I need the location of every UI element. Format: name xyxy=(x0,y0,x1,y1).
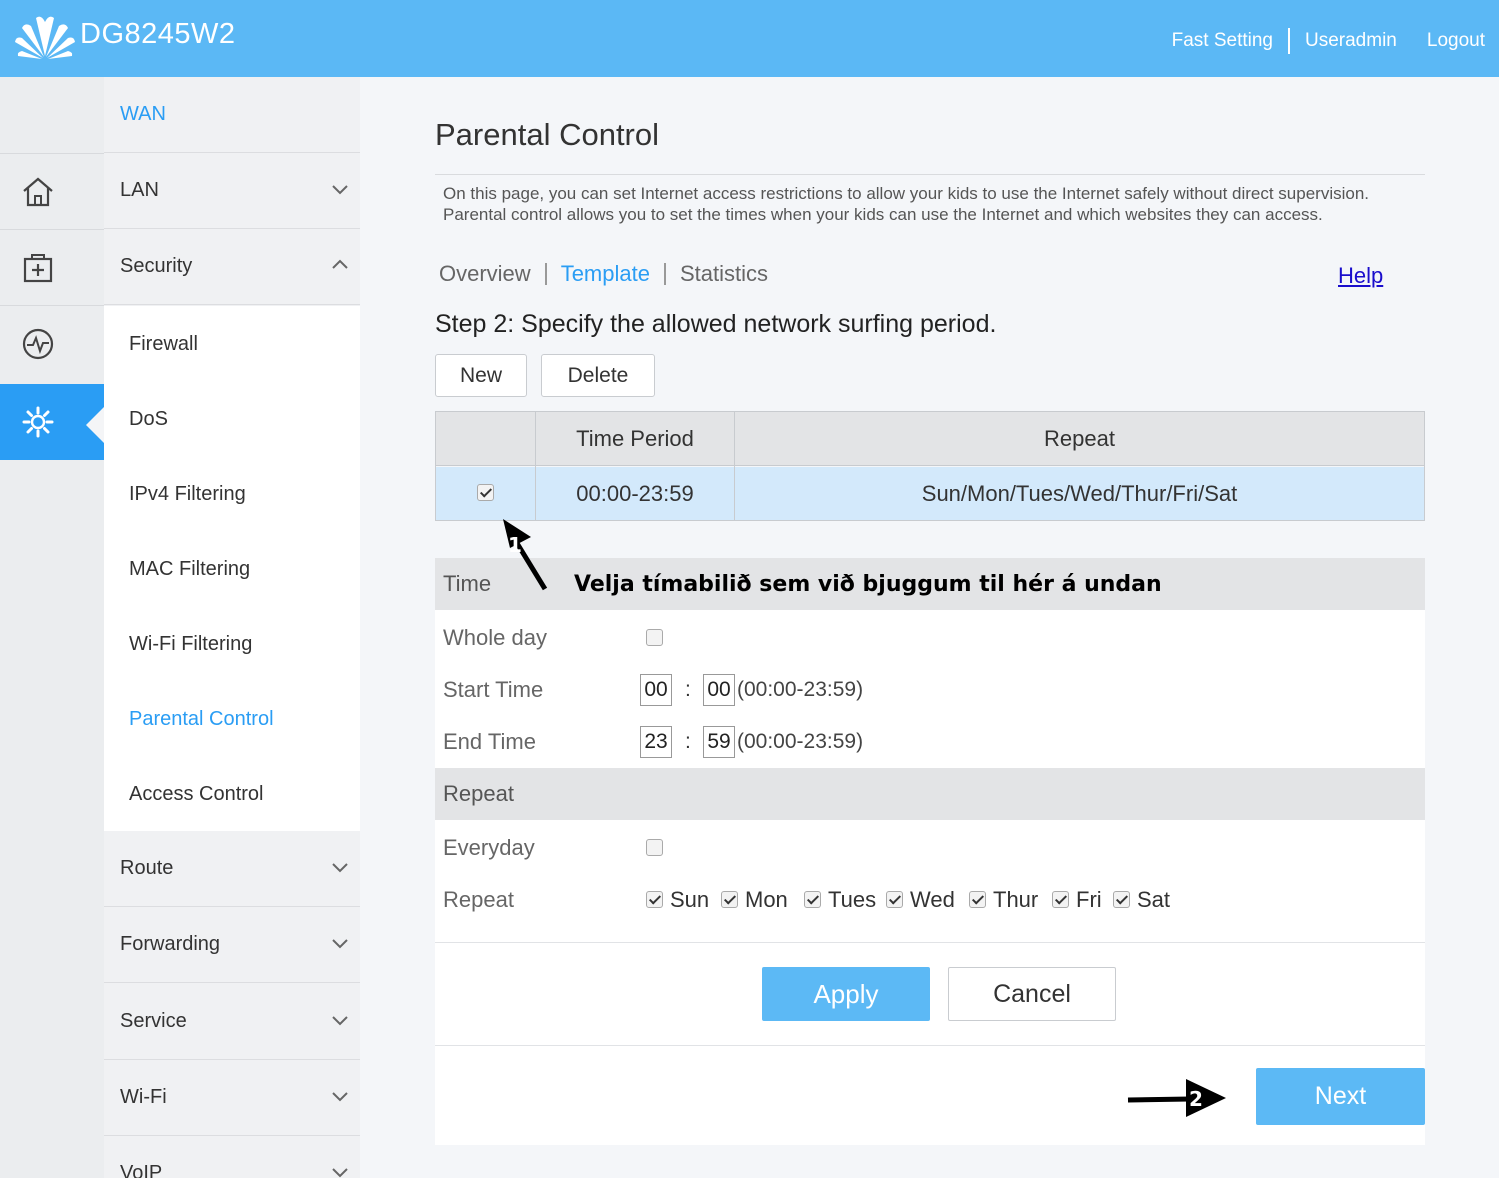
day-tues-checkbox[interactable] xyxy=(804,891,821,908)
end-minute-input[interactable]: 59 xyxy=(703,726,735,758)
menu-item-security[interactable]: Security xyxy=(104,229,360,305)
start-hour-input[interactable]: 00 xyxy=(640,674,672,706)
row-time-period: 00:00-23:59 xyxy=(576,481,694,506)
header-repeat: Repeat xyxy=(1044,426,1115,451)
menu-item-wan[interactable]: WAN xyxy=(104,77,360,153)
time-period-table: Time Period Repeat 00:00-23:59 Sun/Mon/T… xyxy=(435,411,1425,521)
repeat-label: Repeat xyxy=(443,887,514,912)
delete-button[interactable]: Delete xyxy=(541,354,655,397)
menu-item-route[interactable]: Route xyxy=(104,831,360,907)
day-fri-checkbox[interactable] xyxy=(1052,891,1069,908)
menu-item-forwarding[interactable]: Forwarding xyxy=(104,907,360,983)
form-actions: Apply Cancel xyxy=(435,942,1425,1045)
link-separator xyxy=(1288,28,1290,54)
tab-overview[interactable]: Overview xyxy=(439,261,531,287)
submenu-ipv4-filtering[interactable]: IPv4 Filtering xyxy=(129,483,246,506)
menu-item-service[interactable]: Service xyxy=(104,984,360,1060)
top-links: Fast Setting Useradmin Logout xyxy=(1172,28,1485,54)
day-thur-label: Thur xyxy=(993,887,1039,912)
day-sun-label: Sun xyxy=(670,887,710,912)
home-icon xyxy=(23,177,53,206)
chevron-down-icon xyxy=(332,1016,348,1026)
rail-home[interactable] xyxy=(0,153,104,229)
chevron-down-icon xyxy=(332,863,348,873)
wizard-footer: Next xyxy=(435,1045,1425,1145)
device-model: DG8245W2 xyxy=(80,18,236,50)
day-thur-checkbox[interactable] xyxy=(969,891,986,908)
submenu-mac-filtering[interactable]: MAC Filtering xyxy=(129,558,250,581)
fast-setting-link[interactable]: Fast Setting xyxy=(1172,30,1273,52)
chevron-down-icon xyxy=(332,1092,348,1102)
everyday-label: Everyday xyxy=(443,835,535,860)
header-time-period: Time Period xyxy=(576,426,694,451)
menu-item-lan[interactable]: LAN xyxy=(104,153,360,229)
annotation-text: Velja tímabilið sem við bjuggum til hér … xyxy=(574,572,1162,597)
table-header: Time Period Repeat xyxy=(436,412,1424,466)
day-wed-label: Wed xyxy=(910,887,955,912)
day-sun-checkbox[interactable] xyxy=(646,891,663,908)
apply-button[interactable]: Apply xyxy=(762,967,930,1021)
rail-advanced[interactable] xyxy=(0,229,104,305)
end-time-label: End Time xyxy=(443,729,536,754)
useradmin-link[interactable]: Useradmin xyxy=(1305,30,1397,52)
gear-icon xyxy=(22,406,54,438)
help-link[interactable]: Help xyxy=(1338,263,1383,289)
repeat-section-header: Repeat xyxy=(435,768,1425,820)
tab-bar: Overview Template Statistics xyxy=(439,261,768,287)
rail-status[interactable] xyxy=(0,305,104,381)
start-minute-input[interactable]: 00 xyxy=(703,674,735,706)
step-instruction: Step 2: Specify the allowed network surf… xyxy=(435,310,997,338)
day-tues-label: Tues xyxy=(828,887,877,912)
pulse-icon xyxy=(22,328,54,359)
page-title: Parental Control xyxy=(435,117,660,152)
logout-link[interactable]: Logout xyxy=(1427,30,1485,52)
top-header: DG8245W2 Fast Setting Useradmin Logout xyxy=(0,0,1499,77)
day-sat-checkbox[interactable] xyxy=(1113,891,1130,908)
submenu-firewall[interactable]: Firewall xyxy=(129,333,198,356)
start-time-label: Start Time xyxy=(443,677,544,702)
submenu-parental-control[interactable]: Parental Control xyxy=(129,708,274,731)
icon-rail xyxy=(0,77,104,1178)
end-hour-input[interactable]: 23 xyxy=(640,726,672,758)
tab-statistics[interactable]: Statistics xyxy=(680,261,768,287)
main-content: Parental Control On this page, you can s… xyxy=(360,77,1499,1178)
tab-template[interactable]: Template xyxy=(561,261,650,287)
submenu-dos[interactable]: DoS xyxy=(129,408,168,431)
chevron-down-icon xyxy=(332,185,348,195)
day-wed-checkbox[interactable] xyxy=(886,891,903,908)
day-sat-label: Sat xyxy=(1137,887,1171,912)
chevron-down-icon xyxy=(332,939,348,949)
whole-day-checkbox[interactable] xyxy=(646,629,663,646)
active-pointer xyxy=(86,407,104,443)
end-range-hint: (00:00-23:59) xyxy=(737,730,864,753)
security-submenu: Firewall DoS IPv4 Filtering MAC Filterin… xyxy=(104,306,360,831)
submenu-access-control[interactable]: Access Control xyxy=(129,783,264,806)
day-mon-checkbox[interactable] xyxy=(721,891,738,908)
day-mon-label: Mon xyxy=(745,887,788,912)
whole-day-label: Whole day xyxy=(443,625,547,650)
chevron-up-icon xyxy=(332,259,348,269)
menu-item-voip[interactable]: VoIP xyxy=(104,1136,360,1178)
submenu-wifi-filtering[interactable]: Wi-Fi Filtering xyxy=(129,633,252,656)
page-description: On this page, you can set Internet acces… xyxy=(443,184,1370,224)
table-row[interactable]: 00:00-23:59 Sun/Mon/Tues/Wed/Thur/Fri/Sa… xyxy=(436,467,1424,520)
day-fri-label: Fri xyxy=(1076,887,1102,912)
huawei-logo-icon xyxy=(15,16,75,59)
sidebar-menu: WAN LAN Security Firewall DoS IPv4 Filte… xyxy=(104,77,360,1178)
new-button[interactable]: New xyxy=(435,354,527,397)
cancel-button[interactable]: Cancel xyxy=(948,967,1116,1021)
everyday-checkbox[interactable] xyxy=(646,839,663,856)
chevron-down-icon xyxy=(332,1168,348,1178)
schedule-form: Time Whole day Start Time 00 : 00 (00:00… xyxy=(435,558,1425,942)
menu-item-wifi[interactable]: Wi-Fi xyxy=(104,1060,360,1136)
row-select-checkbox[interactable] xyxy=(477,484,494,501)
title-divider xyxy=(435,174,1425,175)
next-button[interactable]: Next xyxy=(1256,1068,1425,1125)
row-repeat: Sun/Mon/Tues/Wed/Thur/Fri/Sat xyxy=(921,481,1238,506)
plus-box-icon xyxy=(23,253,53,282)
start-range-hint: (00:00-23:59) xyxy=(737,678,864,701)
